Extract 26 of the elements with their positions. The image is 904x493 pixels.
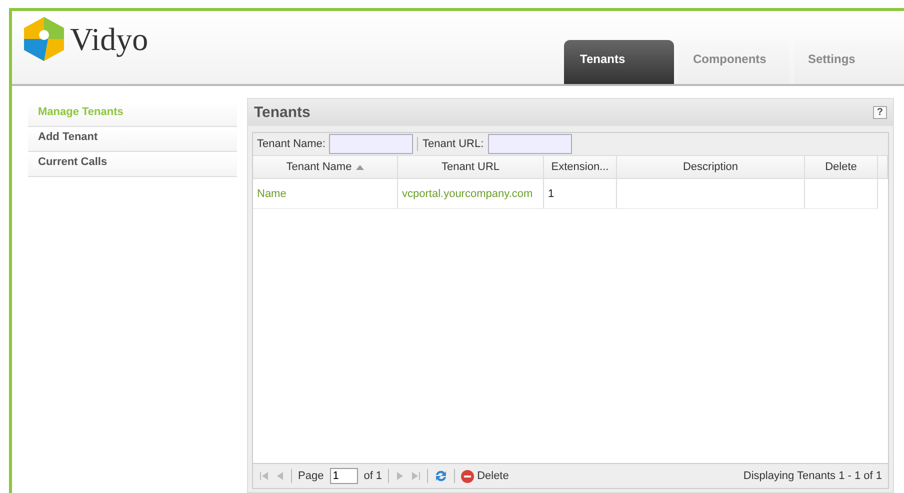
last-page-icon[interactable] [411,471,422,481]
page-field[interactable]: 1 [330,468,358,484]
minus-circle-icon [461,470,474,482]
help-button[interactable]: ? [872,106,887,119]
column-header[interactable]: Tenant URL [398,156,544,179]
column-header[interactable]: Extension... [544,156,617,179]
column-header[interactable]: Delete [805,156,878,179]
previous-page-icon[interactable] [275,471,285,481]
nav-tab[interactable]: Tenants [564,40,674,84]
table-cell: 1 [544,179,617,209]
first-page-icon[interactable] [259,471,269,481]
filter-field[interactable] [329,134,414,154]
next-page-icon[interactable] [395,471,406,481]
filter-field[interactable] [488,134,572,154]
delete-button[interactable]: Delete [461,470,509,482]
filter-label: Tenant Name: [257,138,326,150]
page-count: of 1 [364,470,382,482]
filter-label: Tenant URL: [422,138,484,150]
display-status: Displaying Tenants 1 - 1 of 1 [743,470,882,482]
page-label: Page [298,470,324,482]
column-header[interactable]: Tenant Name [253,156,398,179]
refresh-icon[interactable] [434,469,448,483]
logo-icon [24,17,64,61]
panel-title: Tenants [254,104,310,121]
column-header[interactable]: Description [617,156,805,179]
logo-text: Vidyo [70,20,148,58]
